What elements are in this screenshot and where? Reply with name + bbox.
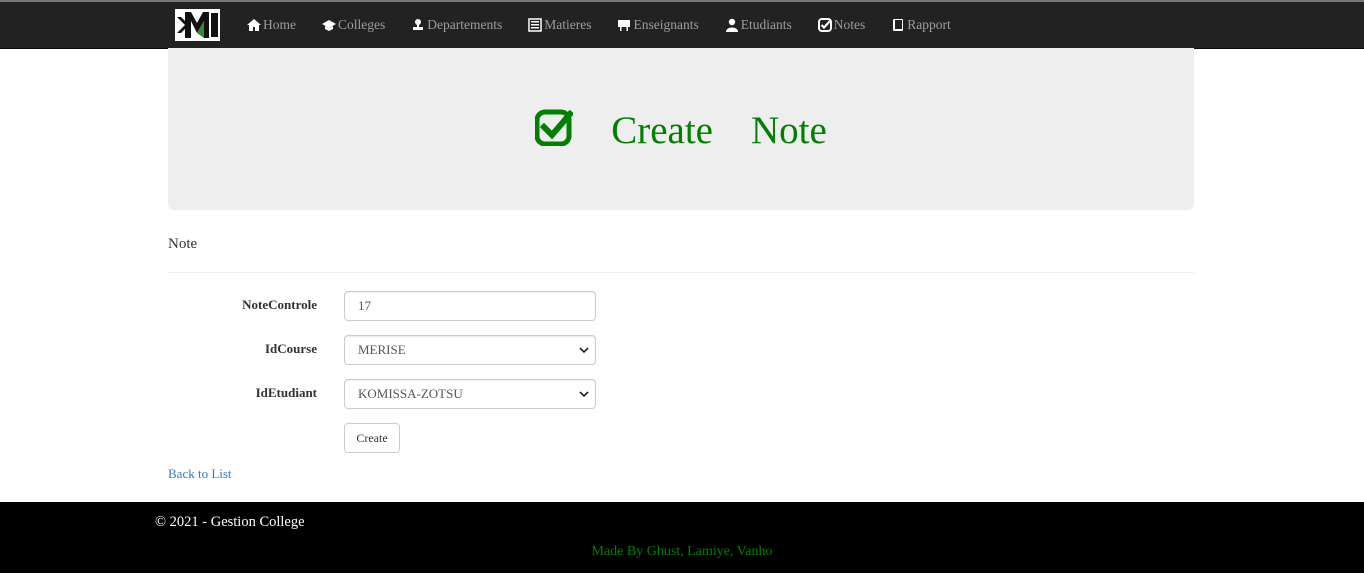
title-word-note: Note [750,109,827,152]
nav-enseignants[interactable]: Enseignants [617,17,699,33]
id-course-value: MERISE [358,342,406,357]
nav-notes-label: Notes [833,17,866,32]
footer: © 2021 - Gestion College Made By Ghust, … [0,502,1364,573]
create-button[interactable]: Create [344,423,400,453]
id-course-label: IdCourse [264,341,317,356]
nav-colleges-label: Colleges [338,17,386,32]
form-section-title: Note [168,236,198,252]
graduation-cap-icon [322,20,336,31]
nav-rapport[interactable]: Rapport [891,17,951,33]
chevron-down-icon [579,347,589,354]
book-icon [893,19,904,31]
copyright-text: © 2021 - Gestion College [155,514,305,530]
nav-matieres[interactable]: Matieres [528,17,591,33]
nav-departements[interactable]: Departements [411,17,502,33]
note-controle-label: NoteControle [242,297,317,312]
divider [168,272,1194,273]
nav-matieres-label: Matieres [544,17,592,32]
home-icon [247,19,261,31]
note-controle-value: 17 [358,298,371,313]
brand-logo[interactable] [175,9,220,41]
title-word-create: Create [611,109,713,152]
note-controle-input[interactable]: 17 [344,291,596,321]
credits-text: Made By Ghust, Lamiye, Vanho [591,544,773,559]
nav-home[interactable]: Home [247,17,296,33]
checkbox-icon [535,109,574,146]
nav-etudiants-label: Etudiants [740,17,792,32]
page-title: Create Note [168,108,1194,153]
nav-enseignants-label: Enseignants [633,17,699,32]
nav-notes[interactable]: Notes [817,17,866,33]
id-course-select[interactable]: MERISE [344,335,596,365]
nav-etudiants[interactable]: Etudiants [725,17,792,33]
nav-home-label: Home [263,17,296,32]
id-etudiant-select[interactable]: KOMISSA-ZOTSU [344,379,596,409]
nav-rapport-label: Rapport [907,17,951,32]
nav-colleges[interactable]: Colleges [322,17,385,33]
list-icon [528,18,542,32]
blackboard-icon [618,20,631,31]
back-to-list-link[interactable]: Back to List [168,466,232,482]
navbar: Home Colleges Departements Matieres Ense… [0,2,1364,49]
id-etudiant-value: KOMISSA-ZOTSU [358,386,463,401]
page-header: Create Note [168,48,1194,210]
id-etudiant-label: IdEtudiant [255,385,317,400]
user-icon [725,18,738,32]
stamp-icon [413,19,424,30]
chevron-down-icon [579,391,589,398]
checkbox-icon [817,18,832,32]
nav-departements-label: Departements [427,17,503,32]
